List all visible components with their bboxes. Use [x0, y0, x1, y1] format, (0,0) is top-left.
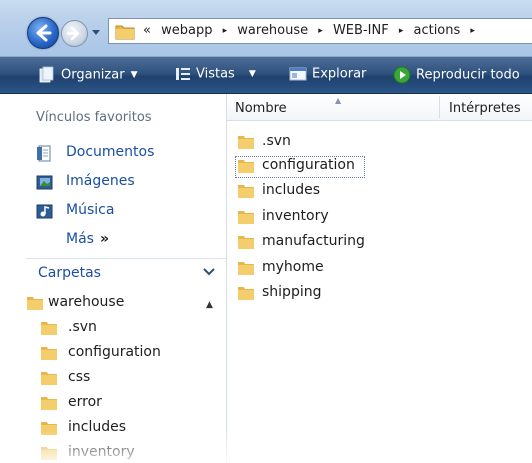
- folders-header-label: Carpetas: [38, 265, 101, 281]
- back-arrow-icon: [36, 24, 52, 42]
- folder-icon: [41, 422, 57, 435]
- favorite-label: Música: [66, 202, 115, 218]
- organize-dropdown-icon: ▼: [130, 70, 138, 80]
- views-label: Vistas: [196, 66, 235, 82]
- tree-item-label: warehouse: [48, 294, 125, 310]
- command-toolbar: Organizar ▼ Vistas ▼ Explorar Reproducir t…: [0, 57, 532, 94]
- tree-item-label: error: [68, 394, 102, 410]
- breadcrumb-overflow[interactable]: «: [143, 23, 151, 38]
- folder-icon: [238, 287, 254, 300]
- chevron-down-icon[interactable]: [203, 267, 215, 277]
- folder-icon: [238, 236, 254, 249]
- file-item-label: myhome: [262, 259, 324, 275]
- folder-icon: [41, 447, 57, 460]
- folder-icon: [238, 136, 254, 149]
- folder-icon: [41, 372, 57, 385]
- play-all-button[interactable]: Reproducir todo: [393, 66, 520, 86]
- explore-button[interactable]: Explorar: [289, 66, 366, 86]
- address-path-box[interactable]: « webapp ▸ warehouse ▸ WEB-INF ▸ actions…: [108, 18, 532, 44]
- more-arrows-icon: »: [99, 231, 109, 247]
- tree-item-label: inventory: [68, 444, 135, 460]
- organize-icon: [39, 66, 54, 83]
- navigation-pane: Vínculos favoritos Documentos Imágenes M…: [0, 94, 227, 463]
- sort-ascending-icon: ▲: [335, 96, 342, 105]
- file-item-label: configuration: [262, 157, 355, 173]
- folder-icon: [238, 262, 254, 275]
- explore-label: Explorar: [312, 66, 367, 82]
- tree-item-label: css: [68, 369, 91, 385]
- column-divider[interactable]: [439, 96, 440, 118]
- file-item-label: includes: [262, 182, 321, 198]
- folder-icon: [41, 397, 57, 410]
- breadcrumb-item-warehouse[interactable]: warehouse: [237, 23, 308, 38]
- column-header-artists[interactable]: Intérpretes: [449, 101, 521, 116]
- pictures-icon: [36, 175, 53, 190]
- tree-collapse-icon[interactable]: ▲: [206, 300, 213, 310]
- file-item-label: .svn: [262, 133, 291, 149]
- favorite-label: Imágenes: [66, 173, 135, 189]
- favorite-links-header: Vínculos favoritos: [36, 110, 152, 125]
- breadcrumb-separator-icon[interactable]: ▸: [223, 26, 228, 36]
- views-icon: [176, 68, 190, 80]
- column-header-row: ▲ Nombre Intérpretes: [227, 94, 532, 121]
- tree-item-label: configuration: [68, 344, 161, 360]
- more-links[interactable]: Más »: [66, 231, 109, 247]
- breadcrumb-item-webapp[interactable]: webapp: [161, 23, 212, 38]
- play-icon: [393, 66, 411, 84]
- play-all-label: Reproducir todo: [416, 67, 520, 83]
- favorite-label: Documentos: [66, 144, 155, 160]
- explore-icon: [289, 67, 307, 81]
- views-button[interactable]: Vistas ▼: [175, 66, 256, 86]
- history-dropdown-icon[interactable]: [90, 26, 102, 38]
- views-dropdown-icon: ▼: [248, 69, 256, 79]
- file-item-configuration[interactable]: configuration: [235, 156, 365, 178]
- file-item-label: inventory: [262, 208, 329, 224]
- breadcrumb-item-web-inf[interactable]: WEB-INF: [333, 23, 389, 38]
- file-item-label: manufacturing: [262, 233, 365, 249]
- file-list-pane: ▲ Nombre Intérpretes .svn configuration …: [227, 94, 532, 463]
- folder-icon: [27, 297, 43, 310]
- music-icon: [36, 204, 53, 219]
- folder-icon: [238, 160, 254, 173]
- folder-icon: [41, 347, 57, 360]
- tree-item-label: includes: [68, 419, 127, 435]
- breadcrumb-item-actions[interactable]: actions: [413, 23, 460, 38]
- column-header-name[interactable]: Nombre: [235, 101, 287, 116]
- folder-icon: [238, 185, 254, 198]
- folder-icon: [41, 322, 57, 335]
- file-item-label: shipping: [262, 284, 322, 300]
- folders-header[interactable]: Carpetas: [26, 258, 226, 287]
- folder-icon: [238, 211, 254, 224]
- forward-arrow-icon: [66, 26, 80, 41]
- forward-button[interactable]: [61, 20, 88, 47]
- documents-icon: [37, 145, 51, 162]
- folder-icon: [115, 25, 135, 40]
- folder-tree: warehouse ▲ .svn configuration css error…: [26, 290, 226, 463]
- tree-item-label: .svn: [68, 319, 97, 335]
- breadcrumb: « webapp ▸ warehouse ▸ WEB-INF ▸ actions…: [143, 23, 481, 38]
- breadcrumb-separator-icon[interactable]: ▸: [470, 26, 475, 36]
- back-button[interactable]: [27, 17, 59, 49]
- more-label: Más: [66, 231, 94, 247]
- address-bar: « webapp ▸ warehouse ▸ WEB-INF ▸ actions…: [0, 0, 532, 57]
- breadcrumb-separator-icon[interactable]: ▸: [318, 26, 323, 36]
- breadcrumb-separator-icon[interactable]: ▸: [399, 26, 404, 36]
- organize-label: Organizar: [61, 67, 125, 83]
- organize-button[interactable]: Organizar ▼: [38, 66, 137, 86]
